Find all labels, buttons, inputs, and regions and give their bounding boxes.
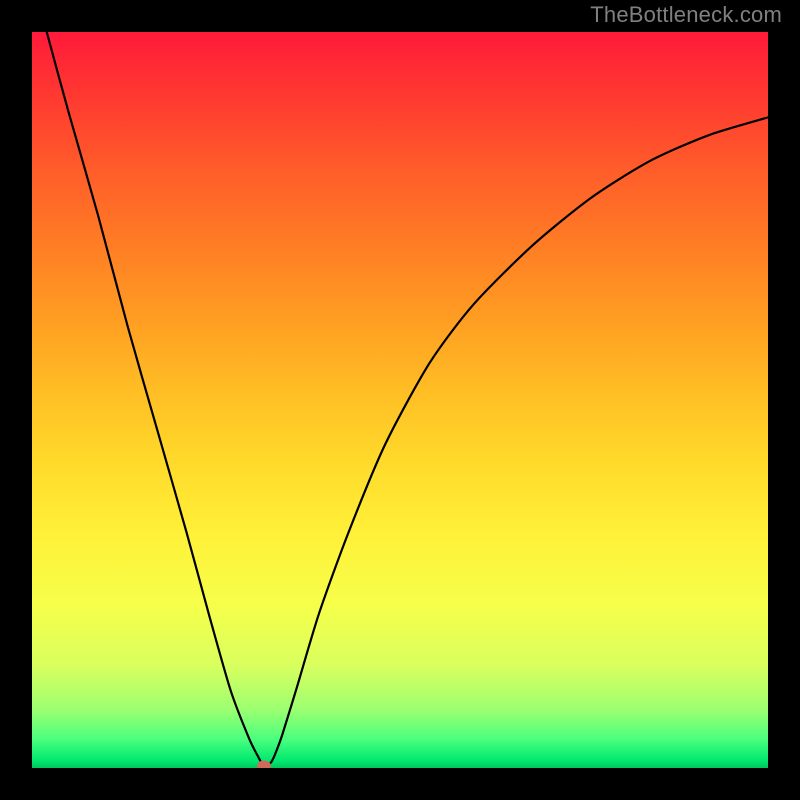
bottleneck-curve (32, 32, 768, 768)
watermark-text: TheBottleneck.com (590, 2, 782, 28)
plot-area (32, 32, 768, 768)
chart-frame: TheBottleneck.com (0, 0, 800, 800)
current-point-marker (257, 760, 271, 768)
